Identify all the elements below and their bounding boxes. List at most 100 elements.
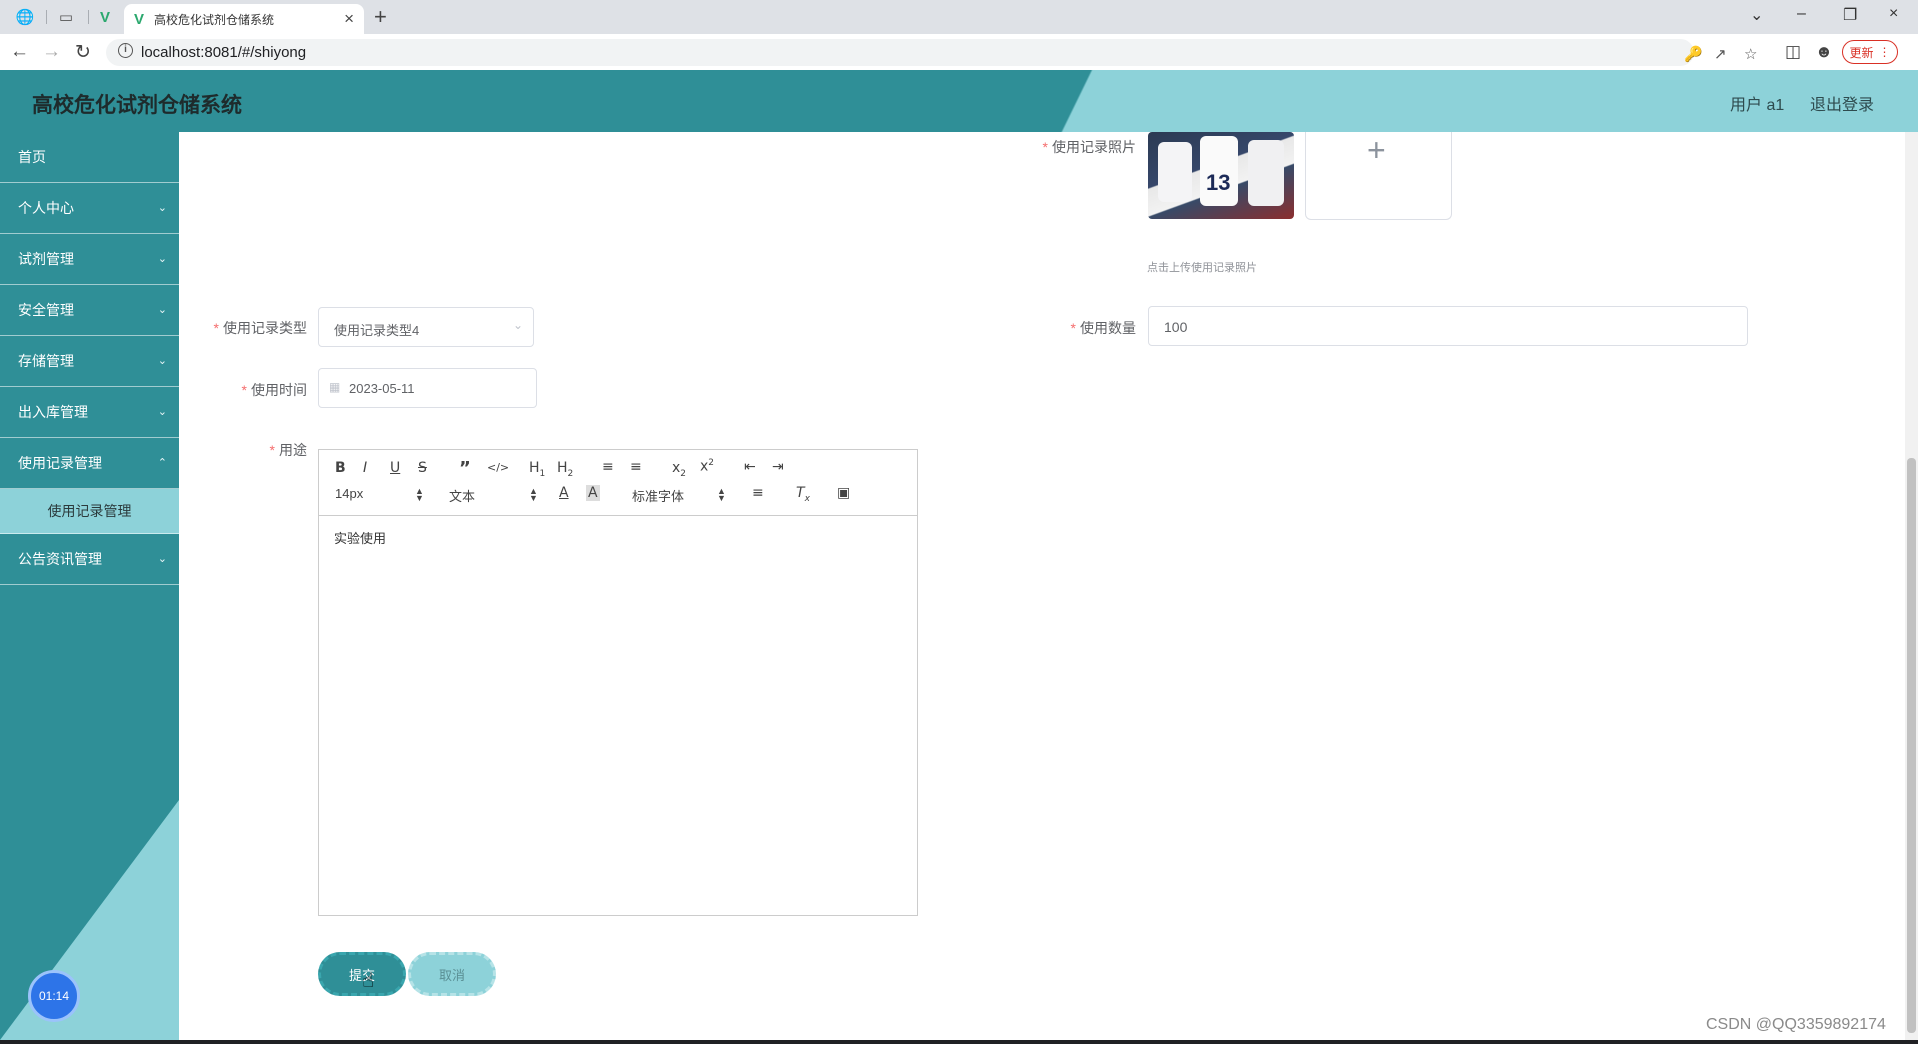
window-close-icon[interactable]: ×	[1889, 5, 1898, 23]
sidebar-item-label: 存储管理	[18, 353, 74, 369]
image-icon[interactable]: ▣	[837, 485, 850, 501]
strike-icon[interactable]: S	[418, 460, 427, 476]
editor-content[interactable]: 实验使用	[319, 516, 917, 559]
blockquote-icon[interactable]: ”	[459, 458, 471, 479]
type-select[interactable]: 使用记录类型4 ⌄	[318, 307, 534, 347]
time-label: * 使用时间	[241, 382, 307, 398]
sidebar-item-label: 个人中心	[18, 200, 74, 216]
font-family-select[interactable]: 标准字体 ▲ ▼	[632, 486, 727, 505]
type-label: * 使用记录类型	[213, 320, 307, 336]
current-user: 用户 a1	[1730, 97, 1785, 114]
updown-icon: ▲ ▼	[415, 486, 424, 503]
bottom-strip	[0, 1040, 1918, 1044]
restore-icon[interactable]: ❐	[1843, 5, 1857, 25]
sidebar-item-safety[interactable]: 安全管理 ⌄	[0, 285, 179, 336]
photo-jersey-number: 13	[1206, 170, 1231, 195]
sidebar-item-label: 使用记录管理	[18, 455, 102, 471]
app-header: 高校危化试剂仓储系统 用户 a1 退出登录	[0, 70, 1918, 132]
quantity-label: * 使用数量	[1070, 320, 1136, 336]
update-label: 更新	[1849, 45, 1874, 60]
forward-icon[interactable]: →	[42, 41, 61, 63]
upload-tip: 点击上传使用记录照片	[1147, 262, 1257, 274]
cancel-button[interactable]: 取消	[408, 952, 496, 996]
sidebar-item-home[interactable]: 首页	[0, 132, 179, 183]
share-icon[interactable]: ↗	[1714, 45, 1727, 63]
underline-icon[interactable]: U	[390, 460, 400, 476]
sidebar-item-label: 试剂管理	[18, 251, 74, 267]
chevron-up-icon: ⌃	[157, 457, 167, 469]
pointer-cursor-icon: ☝	[362, 970, 375, 992]
reload-icon[interactable]: ↻	[75, 41, 91, 64]
tab-title: 高校危化试剂仓储系统	[154, 12, 275, 27]
close-icon[interactable]: ×	[344, 9, 354, 29]
indent-icon[interactable]: ⇥	[772, 459, 784, 475]
font-color-icon[interactable]: A	[559, 485, 569, 501]
italic-icon[interactable]: I	[363, 460, 367, 476]
photo-label: * 使用记录照片	[1042, 139, 1136, 155]
sidebar-icon[interactable]: ◫	[1785, 42, 1801, 62]
sidebar-item-storage[interactable]: 存储管理 ⌄	[0, 336, 179, 387]
quantity-input[interactable]: 100	[1148, 306, 1748, 346]
sidebar-item-profile[interactable]: 个人中心 ⌄	[0, 183, 179, 234]
tab-separator	[88, 10, 89, 24]
uploaded-photo[interactable]: 13	[1148, 132, 1294, 219]
browser-toolbar: ← → ↻ i localhost:8081/#/shiyong 🔑 ↗ ☆ ◫…	[0, 34, 1918, 70]
submenu-item-usage-records[interactable]: 使用记录管理	[0, 489, 179, 534]
logout-link[interactable]: 退出登录	[1810, 91, 1874, 115]
date-picker[interactable]: ▦ 2023-05-11	[318, 368, 537, 408]
updown-icon: ▲ ▼	[717, 486, 726, 503]
browser-tab-strip: 🌐 ▭ V V 高校危化试剂仓储系统 × + ⌄ – ❐ ×	[0, 0, 1918, 34]
outdent-icon[interactable]: ⇤	[744, 459, 756, 475]
superscript-icon[interactable]: x2	[700, 458, 714, 475]
update-button[interactable]: 更新 ⋮	[1842, 40, 1898, 64]
url-text[interactable]: localhost:8081/#/shiyong	[141, 44, 306, 61]
scrollbar-thumb[interactable]	[1907, 458, 1916, 1033]
browser-tab-active[interactable]: V 高校危化试剂仓储系统 ×	[124, 4, 364, 34]
chevron-down-icon: ⌄	[157, 304, 167, 316]
bold-icon[interactable]: B	[335, 460, 346, 476]
ordered-list-icon[interactable]: ≡	[602, 459, 614, 475]
minimize-icon[interactable]: –	[1797, 5, 1806, 23]
quantity-value: 100	[1164, 319, 1188, 335]
chevron-down-icon: ⌄	[157, 553, 167, 565]
vue-logo-icon[interactable]: V	[94, 6, 116, 28]
sidebar-item-announcements[interactable]: 公告资讯管理 ⌄	[0, 534, 179, 585]
address-bar[interactable]: i localhost:8081/#/shiyong 🔑 ↗ ☆	[106, 39, 1757, 66]
profile-icon[interactable]: ☻	[1815, 42, 1833, 62]
info-icon[interactable]: i	[118, 43, 133, 58]
bullet-list-icon[interactable]: ≡	[630, 459, 642, 475]
upload-add-button[interactable]: +	[1305, 132, 1452, 220]
h1-icon[interactable]: H1	[529, 460, 545, 479]
chevron-down-icon[interactable]: ⌄	[1750, 5, 1763, 25]
key-icon[interactable]: 🔑	[1684, 45, 1703, 63]
align-icon[interactable]: ≡	[752, 485, 764, 501]
editor-toolbar: B I U S ” </> H1 H2 ≡ ≡ x2 x2 ⇤ ⇥ 14px ▲…	[319, 450, 917, 516]
sidebar-item-inout[interactable]: 出入库管理 ⌄	[0, 387, 179, 438]
h2-icon[interactable]: H2	[557, 460, 573, 479]
scrollbar[interactable]	[1905, 132, 1918, 1040]
sidebar-item-reagents[interactable]: 试剂管理 ⌄	[0, 234, 179, 285]
code-icon[interactable]: </>	[487, 461, 509, 474]
background-color-icon[interactable]: A	[586, 485, 600, 501]
format-select[interactable]: 文本 ▲ ▼	[449, 486, 539, 505]
sidebar-item-label: 出入库管理	[18, 404, 88, 420]
watermark: CSDN @QQ3359892174	[1706, 1016, 1886, 1033]
tab-separator	[46, 10, 47, 24]
sidebar-item-label: 安全管理	[18, 302, 74, 318]
clear-format-icon[interactable]: Tx	[796, 485, 810, 504]
new-tab-icon[interactable]: +	[374, 4, 387, 30]
sidebar-item-usage-records[interactable]: 使用记录管理 ⌃	[0, 438, 179, 489]
type-select-value: 使用记录类型4	[334, 323, 420, 338]
star-icon[interactable]: ☆	[1744, 45, 1757, 63]
chevron-down-icon: ⌄	[157, 355, 167, 367]
subscript-icon[interactable]: x2	[672, 460, 686, 479]
tab-icon[interactable]: ▭	[55, 6, 77, 28]
globe-icon[interactable]: 🌐	[14, 6, 36, 28]
rich-text-editor[interactable]: B I U S ” </> H1 H2 ≡ ≡ x2 x2 ⇤ ⇥ 14px ▲…	[318, 449, 918, 916]
menu-icon: ⋮	[1878, 45, 1891, 59]
updown-icon: ▲ ▼	[529, 486, 538, 503]
font-size-select[interactable]: 14px ▲ ▼	[335, 486, 425, 503]
chevron-down-icon: ⌄	[157, 406, 167, 418]
back-icon[interactable]: ←	[10, 41, 29, 63]
sidebar-item-label: 首页	[18, 149, 46, 165]
